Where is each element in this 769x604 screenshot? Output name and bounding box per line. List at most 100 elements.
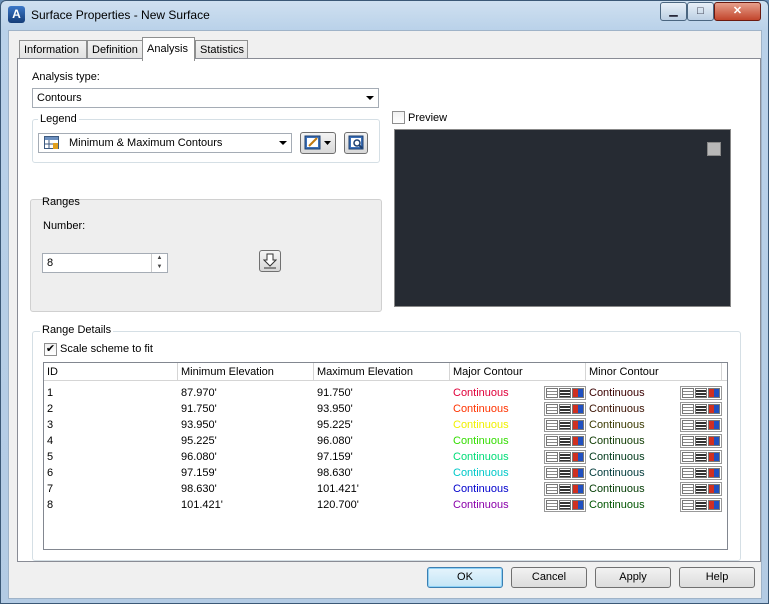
preview-background-swatch[interactable] (707, 142, 721, 156)
color-icon (708, 436, 720, 446)
cancel-button[interactable]: Cancel (511, 567, 587, 588)
title-bar[interactable]: A Surface Properties - New Surface ▁ □ ✕ (1, 1, 768, 29)
tab-analysis[interactable]: Analysis (142, 37, 195, 61)
column-header-id[interactable]: ID (44, 363, 178, 381)
number-stepper[interactable]: 8 ▲ ▼ (42, 253, 168, 273)
minor-contour-style-button[interactable] (680, 450, 722, 464)
cell-maximum-elevation: 98.630' (317, 467, 353, 479)
linetype-icon (546, 452, 558, 462)
cell-id: 1 (47, 387, 54, 399)
column-header-minor-contour[interactable]: Minor Contour (586, 363, 722, 381)
update-ranges-button[interactable] (259, 250, 281, 272)
apply-button[interactable]: Apply (595, 567, 671, 588)
major-contour-style-button[interactable] (544, 418, 586, 432)
stepper-arrows[interactable]: ▲ ▼ (151, 254, 167, 272)
table-row[interactable]: 2 91.750' 93.950' Continuous Continuous (44, 401, 727, 417)
legend-value: Minimum & Maximum Contours (69, 137, 223, 149)
cell-maximum-elevation: 120.700' (317, 499, 359, 511)
scale-scheme-checkbox[interactable]: ✔ (44, 343, 57, 356)
major-contour-style-button[interactable] (544, 482, 586, 496)
table-row[interactable]: 4 95.225' 96.080' Continuous Continuous (44, 433, 727, 449)
help-button[interactable]: Help (679, 567, 755, 588)
major-contour-style-button[interactable] (544, 434, 586, 448)
major-contour-style-button[interactable] (544, 402, 586, 416)
cell-maximum-elevation: 96.080' (317, 435, 353, 447)
linetype-icon (546, 468, 558, 478)
table-row[interactable]: 5 96.080' 97.159' Continuous Continuous (44, 449, 727, 465)
stepper-down-icon[interactable]: ▼ (152, 263, 167, 272)
cell-minimum-elevation: 95.225' (181, 435, 217, 447)
table-row[interactable]: 6 97.159' 98.630' Continuous Continuous (44, 465, 727, 481)
linetype-icon (546, 500, 558, 510)
lineweight-icon (695, 420, 707, 430)
edit-legend-style-button[interactable] (300, 132, 336, 154)
minor-contour-style-button[interactable] (680, 386, 722, 400)
tab-definition[interactable]: Definition (87, 40, 144, 60)
ranges-label: Ranges (42, 196, 80, 208)
linetype-icon (546, 388, 558, 398)
cell-minor-contour: Continuous (589, 387, 645, 399)
scale-scheme-label: Scale scheme to fit (60, 343, 153, 355)
minor-contour-style-button[interactable] (680, 434, 722, 448)
lineweight-icon (559, 436, 571, 446)
color-icon (572, 468, 584, 478)
cell-major-contour: Continuous (453, 499, 509, 511)
minor-contour-style-button[interactable] (680, 418, 722, 432)
table-row[interactable]: 8 101.421' 120.700' Continuous Continuous (44, 497, 727, 513)
color-icon (708, 388, 720, 398)
table-row[interactable]: 1 87.970' 91.750' Continuous Continuous (44, 385, 727, 401)
analysis-type-dropdown[interactable]: Contours (32, 88, 379, 108)
lineweight-icon (695, 436, 707, 446)
color-icon (572, 388, 584, 398)
preview-checkbox[interactable] (392, 111, 405, 124)
major-contour-style-button[interactable] (544, 386, 586, 400)
cell-major-contour: Continuous (453, 435, 509, 447)
table-row[interactable]: 7 98.630' 101.421' Continuous Continuous (44, 481, 727, 497)
table-header: ID Minimum Elevation Maximum Elevation M… (44, 363, 727, 381)
cell-minimum-elevation: 101.421' (181, 499, 223, 511)
linetype-icon (682, 388, 694, 398)
arrow-down-into-tray-icon (263, 253, 277, 269)
major-contour-style-button[interactable] (544, 466, 586, 480)
tab-statistics[interactable]: Statistics (195, 40, 248, 60)
close-button[interactable]: ✕ (714, 2, 761, 21)
color-icon (572, 404, 584, 414)
analysis-type-label: Analysis type: (32, 71, 100, 83)
lineweight-icon (559, 404, 571, 414)
minor-contour-style-button[interactable] (680, 498, 722, 512)
linetype-icon (682, 452, 694, 462)
number-value: 8 (47, 257, 54, 269)
cell-maximum-elevation: 97.159' (317, 451, 353, 463)
column-header-major-contour[interactable]: Major Contour (450, 363, 586, 381)
linetype-icon (546, 404, 558, 414)
lineweight-icon (695, 388, 707, 398)
table-row[interactable]: 3 93.950' 95.225' Continuous Continuous (44, 417, 727, 433)
chevron-down-icon (366, 96, 374, 100)
cell-maximum-elevation: 91.750' (317, 387, 353, 399)
minor-contour-style-button[interactable] (680, 402, 722, 416)
cell-minor-contour: Continuous (589, 419, 645, 431)
tab-information[interactable]: Information (19, 40, 87, 60)
cell-minimum-elevation: 93.950' (181, 419, 217, 431)
autocad-app-icon: A (8, 6, 25, 23)
legend-dropdown[interactable]: Minimum & Maximum Contours (38, 133, 292, 153)
preview-label: Preview (408, 112, 448, 124)
linetype-icon (546, 420, 558, 430)
cell-id: 8 (47, 499, 54, 511)
view-legend-button[interactable] (344, 132, 368, 154)
maximize-button[interactable]: □ (687, 2, 714, 21)
surface-properties-window: A Surface Properties - New Surface ▁ □ ✕… (0, 0, 769, 604)
major-contour-style-button[interactable] (544, 450, 586, 464)
column-header-maximum-elevation[interactable]: Maximum Elevation (314, 363, 450, 381)
ok-button[interactable]: OK (427, 567, 503, 588)
major-contour-style-button[interactable] (544, 498, 586, 512)
cell-minor-contour: Continuous (589, 451, 645, 463)
stepper-up-icon[interactable]: ▲ (152, 254, 167, 263)
lineweight-icon (695, 452, 707, 462)
minor-contour-style-button[interactable] (680, 482, 722, 496)
analysis-tab-panel: Analysis type: Contours Legend Minimum &… (17, 58, 761, 562)
column-header-minimum-elevation[interactable]: Minimum Elevation (178, 363, 314, 381)
minimize-button[interactable]: ▁ (660, 2, 687, 21)
minor-contour-style-button[interactable] (680, 466, 722, 480)
lineweight-icon (695, 500, 707, 510)
